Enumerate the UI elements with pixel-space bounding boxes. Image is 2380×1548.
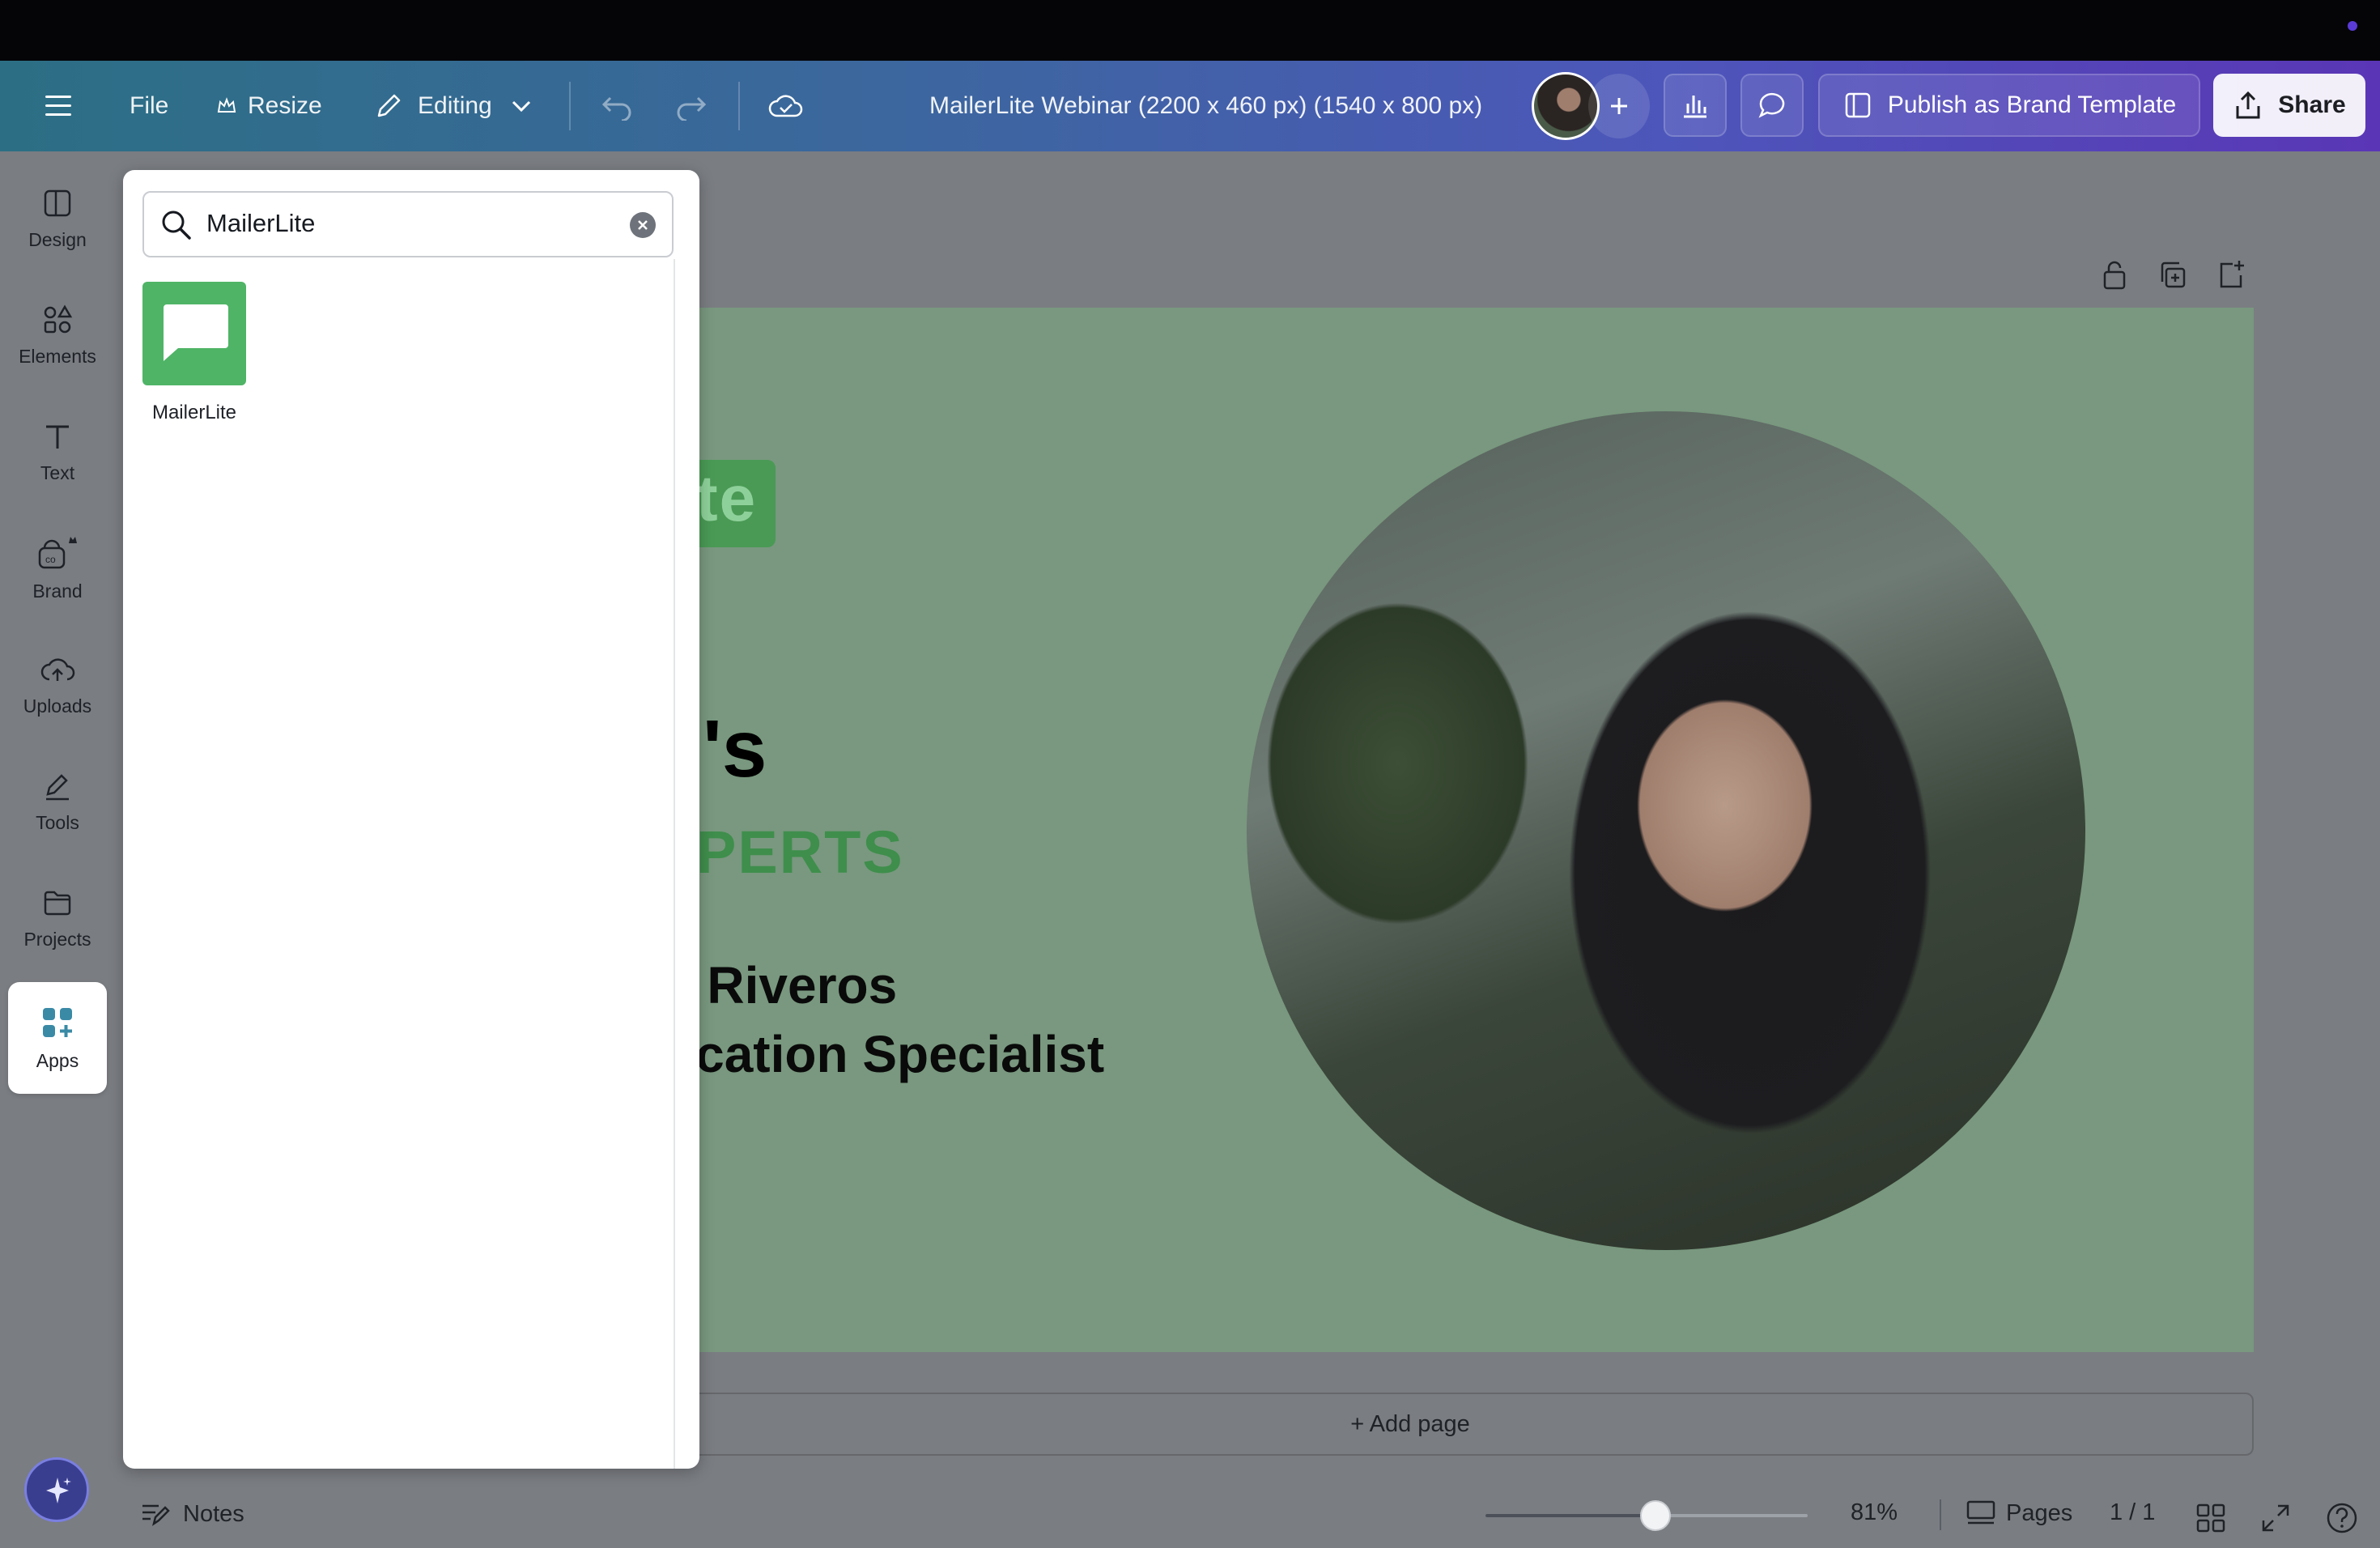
add-page-icon[interactable] xyxy=(2216,259,2246,291)
sidebar-item-label: Uploads xyxy=(23,695,92,717)
page-tools xyxy=(2089,259,2250,295)
title-text[interactable]: 's xyxy=(703,703,767,796)
fullscreen-icon[interactable] xyxy=(2260,1503,2291,1533)
top-toolbar: File Resize Editing MailerLite Webinar (… xyxy=(0,61,2380,151)
sparkle-icon xyxy=(46,1478,71,1503)
cloud-save-button[interactable] xyxy=(767,61,805,151)
resize-label: Resize xyxy=(248,92,322,119)
projects-icon xyxy=(44,891,71,915)
zoom-slider-fill xyxy=(1485,1514,1655,1517)
comments-button[interactable] xyxy=(1740,74,1804,137)
search-icon xyxy=(162,211,191,240)
panel-scrollbar[interactable] xyxy=(674,259,675,1469)
page-counter: 1 / 1 xyxy=(2110,1499,2156,1525)
divider xyxy=(738,82,740,130)
chat-bubble-icon xyxy=(164,304,228,361)
app-result-label[interactable]: MailerLite xyxy=(142,402,246,424)
publish-brand-template-button[interactable]: Publish as Brand Template xyxy=(1818,74,2200,137)
editing-label: Editing xyxy=(418,92,492,119)
lock-icon[interactable] xyxy=(2100,259,2129,291)
sidebar-item-uploads[interactable]: Uploads xyxy=(8,632,107,738)
pages-button[interactable]: Pages xyxy=(1966,1499,2072,1527)
uploads-icon xyxy=(40,657,75,681)
share-label: Share xyxy=(2278,91,2346,118)
sidebar-item-text[interactable]: Text xyxy=(8,399,107,504)
sidebar-item-tools[interactable]: Tools xyxy=(8,749,107,854)
share-button[interactable]: Share xyxy=(2213,74,2365,137)
search-input[interactable]: MailerLite xyxy=(206,209,315,238)
sidebar-item-label: Elements xyxy=(19,345,96,367)
sidebar-item-elements[interactable]: Elements xyxy=(8,283,107,388)
bar-chart-icon xyxy=(1684,96,1706,118)
elements-icon xyxy=(44,304,73,333)
resize-button[interactable]: Resize xyxy=(217,61,322,151)
editing-mode-button[interactable]: Editing xyxy=(372,61,533,151)
sidebar-item-design[interactable]: Design xyxy=(8,166,107,271)
pages-icon xyxy=(1966,1500,1995,1525)
divider xyxy=(1940,1499,1941,1530)
crown-icon xyxy=(217,97,236,113)
sidebar-item-label: Tools xyxy=(36,811,79,833)
sidebar-item-projects[interactable]: Projects xyxy=(8,865,107,971)
sidebar-item-label: Design xyxy=(28,228,87,250)
close-icon xyxy=(638,220,648,230)
chevron-down-icon xyxy=(512,100,530,113)
sidebar: Design Elements Text co Brand Uploads To… xyxy=(0,151,118,1548)
undo-button[interactable] xyxy=(599,61,635,151)
redo-icon xyxy=(677,96,707,121)
document-title[interactable]: MailerLite Webinar (2200 x 460 px) (1540… xyxy=(929,61,1482,151)
status-dot xyxy=(2348,21,2357,31)
app-result-mailerlite[interactable] xyxy=(142,282,246,385)
help-icon[interactable] xyxy=(2325,1501,2359,1535)
pencil-icon xyxy=(377,94,401,117)
add-collaborator-button[interactable] xyxy=(1588,74,1650,138)
zoom-level[interactable]: 81% xyxy=(1851,1499,1920,1526)
speaker-photo[interactable] xyxy=(1247,411,2085,1250)
publish-label: Publish as Brand Template xyxy=(1887,91,2177,118)
duplicate-page-icon[interactable] xyxy=(2158,259,2187,291)
notes-icon xyxy=(142,1504,170,1526)
file-menu[interactable]: File xyxy=(130,61,168,151)
plus-icon xyxy=(1611,98,1627,114)
sidebar-item-label: Brand xyxy=(32,580,83,602)
apps-icon xyxy=(43,1007,72,1037)
divider xyxy=(569,82,571,130)
magic-assistant-button[interactable] xyxy=(24,1457,89,1522)
add-page-button[interactable]: + Add page xyxy=(567,1393,2254,1456)
insights-button[interactable] xyxy=(1664,74,1727,137)
notes-label: Notes xyxy=(183,1500,244,1527)
subtitle-text[interactable]: PERTS xyxy=(696,818,904,887)
sidebar-item-label: Apps xyxy=(36,1049,79,1071)
redo-button[interactable] xyxy=(674,61,709,151)
zoom-slider-handle[interactable] xyxy=(1640,1500,1671,1531)
menu-button[interactable] xyxy=(42,61,74,151)
logo-text: te xyxy=(696,462,758,534)
undo-icon xyxy=(601,96,631,121)
pages-label: Pages xyxy=(2006,1499,2073,1526)
speaker-role[interactable]: ucation Specialist xyxy=(664,1024,1104,1084)
grid-view-icon[interactable] xyxy=(2195,1503,2226,1533)
comment-icon xyxy=(1758,92,1785,118)
share-icon xyxy=(2236,91,2260,119)
brand-icon: co xyxy=(38,536,77,568)
template-icon xyxy=(1845,92,1871,118)
sidebar-item-apps[interactable]: Apps xyxy=(8,982,107,1094)
svg-text:co: co xyxy=(45,554,56,565)
hamburger-icon xyxy=(45,96,71,116)
sidebar-item-brand[interactable]: co Brand xyxy=(8,516,107,621)
notes-button[interactable]: Notes xyxy=(139,1499,244,1529)
cloud-check-icon xyxy=(768,95,803,117)
clear-search-button[interactable] xyxy=(630,212,656,238)
sidebar-item-label: Projects xyxy=(23,928,91,950)
tools-icon xyxy=(46,773,69,800)
design-icon xyxy=(44,189,71,216)
text-icon xyxy=(46,425,69,449)
sidebar-item-label: Text xyxy=(40,461,75,483)
system-bar xyxy=(0,0,2380,61)
